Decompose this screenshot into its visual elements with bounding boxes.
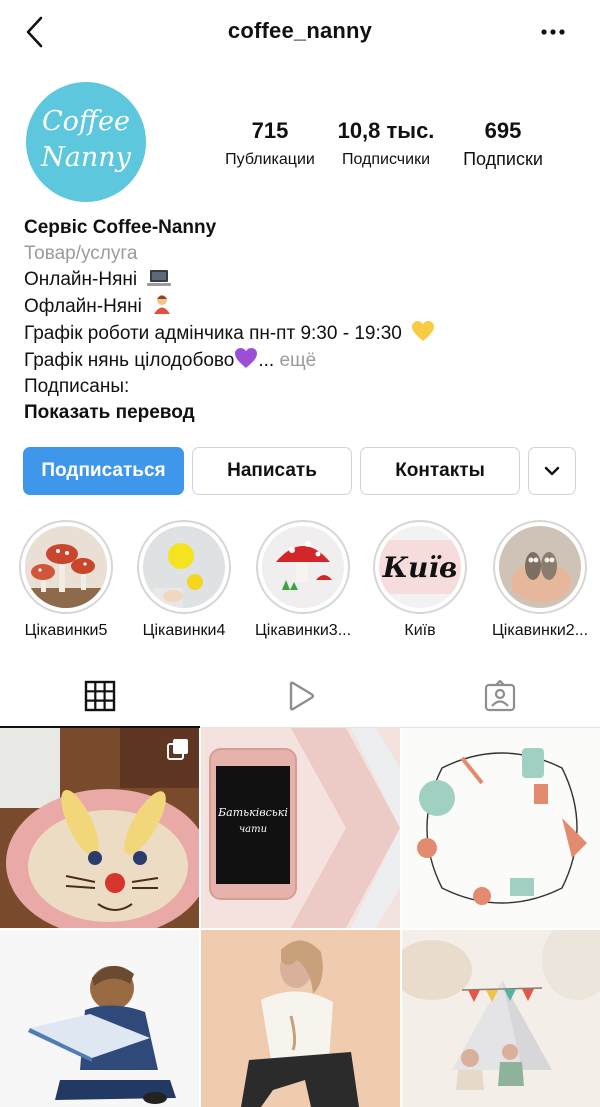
stat-posts[interactable]: 715 Публикации [210,118,330,169]
avatar-logo-text: Nanny [41,142,131,173]
woman-sitting-image [201,930,400,1107]
highlight-ring [19,520,113,614]
highlight-ring [137,520,231,614]
profile-category: Товар/услуга [24,243,138,264]
show-translation-link[interactable]: Показать перевод [24,400,584,426]
profile-display-name: Сервіс Coffee-Nanny [24,217,217,238]
post-thumbnail[interactable]: Батьківські чати [201,728,400,928]
purple-heart-icon [235,348,258,368]
highlight-ring [256,520,350,614]
highlight-item[interactable]: Цікавинки4 [126,520,242,640]
stat-followers-label: Подписчики [341,151,430,168]
highlight-item[interactable]: Цікавинки5 [8,520,124,640]
post-caption-text: Батьківські [218,806,288,819]
post-thumbnail[interactable] [201,930,400,1107]
chevron-down-icon [544,466,560,476]
stat-following-label: Подписки [463,149,543,169]
laptop-icon [147,270,172,286]
child-reading-image [0,930,199,1107]
yellow-heart-icon [412,321,435,341]
post-thumbnail[interactable] [402,930,600,1107]
bio-line: Онлайн-Няні [24,267,584,293]
highlight-cover [262,526,344,608]
post-thumbnail[interactable] [0,930,199,1107]
highlight-cover [25,526,107,608]
highlight-label: Київ [404,622,436,639]
bio-line: Графік нянь цілодобово ... ещё [24,347,584,374]
highlight-item[interactable]: Цікавинки3... [245,520,361,640]
tagged-person-icon[interactable] [484,680,516,712]
more-horizontal-icon[interactable] [540,22,566,42]
highlight-cover-text: Київ [382,550,458,584]
mushroom-image [25,526,107,608]
paper-craft-image [143,526,225,608]
profile-username: coffee_nanny [227,18,373,43]
stat-following[interactable]: 695 Подписки [448,118,558,170]
bio-line-text: Офлайн-Няні [24,296,142,317]
highlight-item[interactable]: Київ Київ [362,520,478,640]
follow-button[interactable]: Подписаться [23,447,184,495]
profile-tabs [0,666,600,728]
post-thumbnail[interactable] [402,728,600,928]
phone-illustration: Батьківські чати [209,748,297,900]
nanny-icon [154,295,171,314]
avatar[interactable]: Coffee Nanny [26,82,146,202]
post-thumbnail[interactable] [0,728,199,928]
stat-following-count: 695 [484,118,522,143]
grid-icon[interactable] [84,680,116,712]
bio-more-link[interactable]: ещё [279,350,316,371]
bio-line-text: Графік роботи адмінчика пн-пт 9:30 - 19:… [24,323,402,344]
profile-bio: Сервіс Coffee-Nanny Товар/услуга Онлайн-… [24,215,584,426]
highlight-cover: Київ [379,526,461,608]
message-button[interactable]: Написать [192,447,352,495]
highlight-label: Цікавинки4 [142,622,226,639]
stat-followers-count: 10,8 тыс. [337,118,435,143]
contacts-button[interactable]: Контакты [360,447,520,495]
paper-mushroom-image [262,526,344,608]
highlight-label: Цікавинки3... [254,622,352,639]
kids-tent-image [402,930,600,1107]
top-bar: coffee_nanny [0,0,600,64]
bio-line: Офлайн-Няні [24,293,584,320]
bio-line: Графік роботи адмінчика пн-пт 9:30 - 19:… [24,320,584,347]
avatar-logo-text: Coffee [41,106,130,137]
phone-screen: Батьківські чати [216,766,290,884]
reels-play-icon[interactable] [284,680,316,712]
bio-ellipsis: ... [258,350,275,371]
highlight-item[interactable]: Цікавинки2... [482,520,598,640]
highlight-ring: Київ [373,520,467,614]
highlight-cover [143,526,225,608]
highlight-label: Цікавинки2... [491,622,589,639]
stat-followers[interactable]: 10,8 тыс. Подписчики [330,118,442,169]
owl-stones-image [499,526,581,608]
stat-posts-label: Публикации [225,151,315,168]
post-caption-text: чати [238,824,268,835]
highlight-label: Цікавинки5 [24,622,108,639]
kitchen-utensils-image [402,728,600,928]
carousel-icon [167,739,188,760]
highlight-cover [499,526,581,608]
suggested-accounts-button[interactable] [528,447,576,495]
bio-line-text: Графік нянь цілодобово [24,350,235,371]
highlight-ring [493,520,587,614]
bio-line-text: Онлайн-Няні [24,269,138,290]
stat-posts-count: 715 [251,118,289,143]
followed-by[interactable]: Подписаны: [24,374,584,400]
